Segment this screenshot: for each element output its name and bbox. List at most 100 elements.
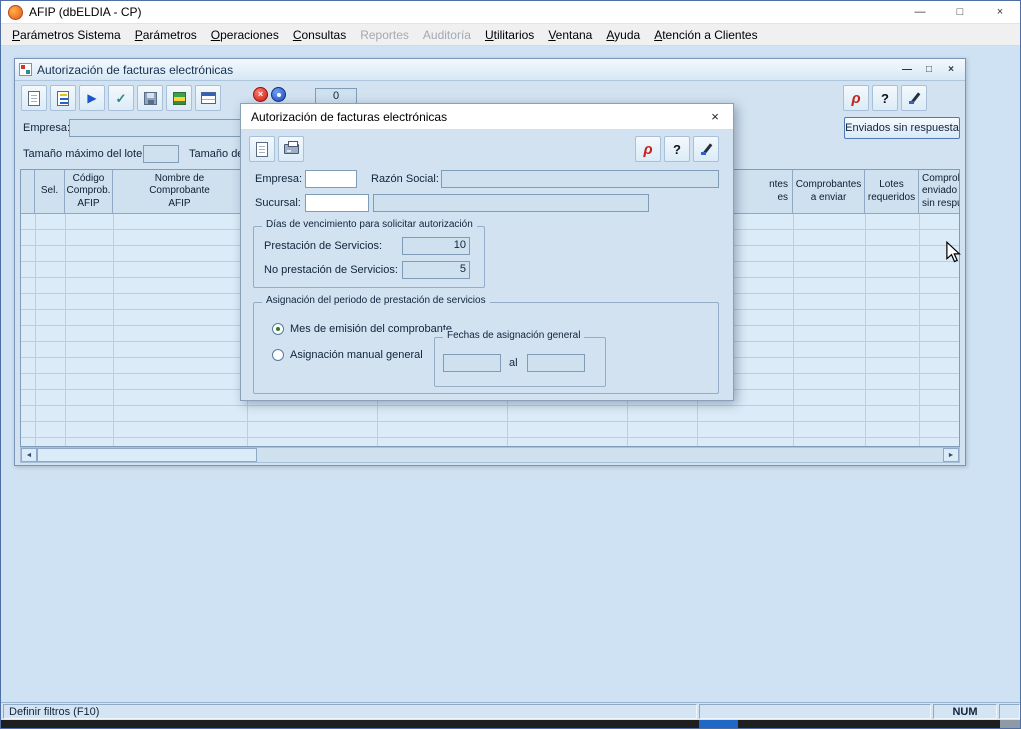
menu-parametros[interactable]: Parámetros — [128, 26, 204, 44]
mdi-background: Autorización de facturas electrónicas — … — [1, 46, 1020, 702]
radio-manual-label: Asignación manual general — [290, 349, 423, 361]
corner-fragment — [1000, 720, 1020, 728]
database-icon — [173, 92, 186, 105]
close-button[interactable]: × — [980, 1, 1020, 23]
printer-icon — [284, 144, 299, 154]
scroll-thumb[interactable] — [37, 448, 257, 462]
razon-social-field — [441, 170, 719, 188]
maximize-button[interactable]: □ — [940, 1, 980, 23]
app-icon — [8, 5, 23, 20]
red-x-circle-icon[interactable]: × — [253, 87, 268, 102]
minimize-button[interactable]: — — [900, 1, 940, 23]
tamano-del-label: Tamaño del — [189, 148, 246, 160]
caption-buttons: — □ × — [900, 1, 1020, 23]
dialog-shortcut-keys-button[interactable] — [693, 136, 719, 162]
prestacion-label: Prestación de Servicios: — [264, 240, 382, 252]
prestacion-field: 10 — [402, 237, 470, 255]
child-titlebar[interactable]: Autorización de facturas electrónicas — … — [15, 59, 965, 81]
no-prestacion-field: 5 — [402, 261, 470, 279]
minimize-icon: — — [915, 6, 926, 18]
sucursal-field[interactable] — [305, 194, 369, 212]
dialog-new-button[interactable] — [249, 136, 275, 162]
run-button[interactable]: ▶ — [79, 85, 105, 111]
child-window-icon — [19, 63, 32, 76]
exit-button[interactable]: ρ — [843, 85, 869, 111]
table-icon — [201, 92, 216, 104]
red-x-glyph: × — [258, 90, 263, 99]
child-minimize-button[interactable]: — — [897, 62, 917, 78]
dialog-body: ρ ? Empresa: Razón Social: Sucursal: Día… — [241, 130, 733, 400]
menu-auditoria: Auditoría — [416, 26, 478, 44]
status-message: Definir filtros (F10) — [9, 706, 99, 718]
grid-vline — [113, 214, 114, 446]
menu-atencion-clientes[interactable]: Atención a Clientes — [647, 26, 764, 44]
scroll-right-button[interactable]: ► — [943, 448, 959, 462]
menu-bar: Parámetros Sistema Parámetros Operacione… — [1, 24, 1020, 46]
dialog-exit-button[interactable]: ρ — [635, 136, 661, 162]
col-comprobantes-a-enviar: Comprobantes a enviar — [793, 170, 865, 214]
dialog-close-icon: × — [711, 109, 719, 124]
radio-mes-emision[interactable]: Mes de emisión del comprobante — [272, 323, 452, 335]
close-icon: × — [997, 6, 1003, 18]
save-button — [137, 85, 163, 111]
dialog-title: Autorización de facturas electrónicas — [251, 110, 447, 124]
child-toolbar-right: ρ ? — [843, 85, 927, 111]
save-icon — [144, 92, 157, 105]
grid-vline — [919, 214, 920, 446]
dialog-toolbar-right: ρ ? — [635, 136, 719, 162]
batch-button[interactable] — [166, 85, 192, 111]
dialog-close-button[interactable]: × — [697, 104, 733, 129]
status-grip-panel — [999, 704, 1020, 719]
scroll-track[interactable] — [37, 448, 943, 462]
dialog-empresa-label: Empresa: — [255, 173, 302, 185]
bottom-border-strip — [1, 720, 1020, 728]
maximize-icon: □ — [957, 6, 964, 18]
main-titlebar[interactable]: AFIP (dbELDIA - CP) — □ × — [1, 1, 1020, 24]
menu-parametros-sistema[interactable]: Parámetros Sistema — [5, 26, 128, 44]
properties-button[interactable] — [50, 85, 76, 111]
window-title: AFIP (dbELDIA - CP) — [29, 5, 141, 19]
radio-selected-icon — [272, 323, 284, 335]
play-icon: ▶ — [87, 92, 96, 104]
grid-vline — [65, 214, 66, 446]
menu-reportes: Reportes — [353, 26, 416, 44]
new-button[interactable] — [21, 85, 47, 111]
blue-circle-icon[interactable] — [271, 87, 286, 102]
taskbar-fragment — [699, 720, 738, 728]
radio-unselected-icon — [272, 349, 284, 361]
child-close-button[interactable]: × — [941, 62, 961, 78]
tamano-lote-label: Tamaño máximo del lote: — [23, 148, 145, 160]
menu-consultas[interactable]: Consultas — [286, 26, 353, 44]
dialog-help-button[interactable]: ? — [664, 136, 690, 162]
properties-icon — [57, 91, 69, 106]
scroll-left-button[interactable]: ◄ — [21, 448, 37, 462]
help-button[interactable]: ? — [872, 85, 898, 111]
status-message-panel: Definir filtros (F10) — [3, 704, 697, 719]
confirm-button[interactable]: ✓ — [108, 85, 134, 111]
dialog-exit-icon: ρ — [643, 142, 652, 157]
dialog-toolbar — [249, 136, 304, 162]
dialog-pencil-icon — [700, 143, 713, 156]
sucursal-desc-field — [373, 194, 649, 212]
radio-asignacion-manual[interactable]: Asignación manual general — [272, 349, 423, 361]
radio-mes-label: Mes de emisión del comprobante — [290, 323, 452, 335]
status-bar: Definir filtros (F10) NUM — [1, 702, 1020, 720]
dialog-print-button[interactable] — [278, 136, 304, 162]
app-window: AFIP (dbELDIA - CP) — □ × Parámetros Sis… — [0, 0, 1021, 729]
menu-ayuda[interactable]: Ayuda — [599, 26, 647, 44]
grid-hscrollbar: ◄ ► — [20, 447, 960, 463]
col-comprobantes-enviados: Comproba enviado sin respu — [919, 170, 959, 214]
exit-icon: ρ — [851, 91, 860, 106]
asignacion-groupbox: Asignación del periodo de prestación de … — [253, 302, 719, 394]
menu-operaciones[interactable]: Operaciones — [204, 26, 286, 44]
col-indicator — [21, 170, 35, 214]
shortcut-keys-button[interactable] — [901, 85, 927, 111]
menu-utilitarios[interactable]: Utilitarios — [478, 26, 541, 44]
child-maximize-button[interactable]: □ — [919, 62, 939, 78]
fechas-caption: Fechas de asignación general — [443, 330, 584, 341]
dialog-titlebar[interactable]: Autorización de facturas electrónicas × — [241, 104, 733, 130]
enviados-sin-respuesta-button[interactable]: Enviados sin respuesta — [844, 117, 960, 139]
menu-ventana[interactable]: Ventana — [541, 26, 599, 44]
dialog-empresa-field[interactable] — [305, 170, 357, 188]
grid-view-button[interactable] — [195, 85, 221, 111]
